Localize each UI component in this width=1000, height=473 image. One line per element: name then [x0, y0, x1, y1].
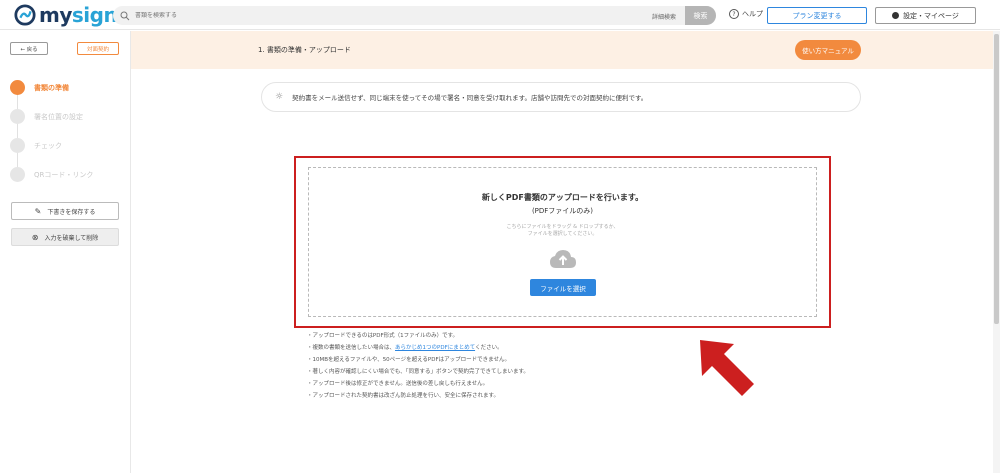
step-label: 書類の準備 [34, 83, 69, 92]
save-draft-button[interactable]: ✎ 下書きを保存する [11, 202, 119, 220]
scrollbar-thumb[interactable] [994, 34, 999, 324]
tip-text: 契約書をメール送信せず、同じ端末を使ってその場で署名・同意を受け取れます。店舗や… [292, 94, 648, 102]
search-input[interactable] [135, 12, 555, 19]
upload-hint-line1: こちらにファイルをドラッグ & ドロップするか、 [506, 224, 619, 230]
page-title: 1. 書類の準備・アップロード [258, 46, 351, 54]
file-drop-zone[interactable]: 新しくPDF書類のアップロードを行います。 (PDFファイルのみ) こちらにファ… [308, 167, 817, 317]
back-button[interactable]: ← 戻る [10, 42, 48, 55]
step-label: チェック [34, 141, 62, 150]
note-line: ・アップロード後は修正ができません。送信後の差し戻しも行えません。 [307, 381, 489, 387]
upload-highlight-frame: 新しくPDF書類のアップロードを行います。 (PDFファイルのみ) こちらにファ… [294, 156, 831, 328]
upload-subtitle: (PDFファイルのみ) [531, 207, 594, 215]
sidebar: ← 戻る 対面契約 書類の準備 署名位置の設定 チェック QRコード・リンク ✎ [0, 31, 131, 473]
step-indicator-icon [10, 80, 25, 95]
mysign-logo[interactable]: mysign [14, 3, 118, 27]
settings-mypage-button[interactable]: 設定・マイページ [875, 7, 976, 24]
logo-text: mysign [39, 3, 118, 27]
step-item-signature-position: 署名位置の設定 [10, 102, 93, 131]
advanced-search-link[interactable]: 詳細検索 [652, 12, 676, 21]
help-label: ヘルプ [742, 10, 763, 18]
search-icon [120, 11, 130, 20]
step-list: 書類の準備 署名位置の設定 チェック QRコード・リンク [10, 73, 93, 189]
circle-x-icon: ⊗ [31, 232, 39, 242]
cloud-upload-icon [550, 250, 576, 268]
pencil-icon: ✎ [34, 206, 42, 216]
upload-title: 新しくPDF書類のアップロードを行います。 [481, 193, 644, 202]
step-label: 署名位置の設定 [34, 112, 83, 121]
logo-text-my: my [39, 3, 72, 27]
note-line: ・10MBを超えるファイルや、50ページを超えるPDFはアップロードできません。 [307, 357, 510, 363]
settings-mypage-label: 設定・マイページ [903, 11, 959, 20]
step-indicator-icon [10, 167, 25, 182]
step-label: QRコード・リンク [34, 170, 94, 179]
manual-button[interactable]: 使い方マニュアル [795, 40, 861, 60]
step-item-prepare: 書類の準備 [10, 73, 93, 102]
note-line: ・アップロードされた契約書は改ざん防止処理を行い、安全に保存されます。 [307, 393, 499, 399]
note-line: ・著しく内容が確認しにくい場合でも、「同意する」ボタンで契約完了できてしまいます… [307, 369, 529, 375]
help-icon: ? [729, 9, 739, 19]
tip-banner: ☼ 契約書をメール送信せず、同じ端末を使ってその場で署名・同意を受け取れます。店… [261, 82, 861, 112]
note-prefix: ・複数の書類を送信したい場合は、 [307, 345, 396, 351]
search-button[interactable]: 検索 [685, 6, 716, 25]
step-indicator-icon [10, 109, 25, 124]
lightbulb-icon: ☼ [275, 92, 284, 102]
mode-badge: 対面契約 [77, 42, 119, 55]
step-item-check: チェック [10, 131, 93, 160]
logo-text-sign: sign [71, 3, 118, 27]
merge-pdf-link[interactable]: あらかじめ1つのPDFにまとめて [395, 345, 475, 351]
top-header: mysign 詳細検索 検索 ? ヘルプ プラン変更する 設定・マイページ [0, 0, 1000, 30]
logo-mark-icon [14, 4, 36, 26]
help-link[interactable]: ? ヘルプ [729, 9, 763, 19]
save-draft-label: 下書きを保存する [47, 208, 96, 216]
note-line: ・アップロードできるのはPDF形式（1ファイルのみ）です。 [307, 333, 459, 339]
plan-change-button[interactable]: プラン変更する [767, 7, 867, 24]
discard-delete-button[interactable]: ⊗ 入力を破棄して削除 [11, 228, 119, 246]
select-file-button[interactable]: ファイルを選択 [530, 279, 596, 296]
upload-hint-line2: ファイルを選択してください。 [527, 231, 598, 237]
step-indicator-icon [10, 138, 25, 153]
note-line: ・複数の書類を送信したい場合は、あらかじめ1つのPDFにまとめてください。 [307, 342, 529, 354]
search-bar: 詳細検索 検索 [113, 6, 716, 25]
main-header: 1. 書類の準備・アップロード 使い方マニュアル [131, 31, 993, 69]
app-window: mysign 詳細検索 検索 ? ヘルプ プラン変更する 設定・マイページ ← … [0, 0, 1000, 473]
user-icon [892, 12, 900, 19]
arrow-annotation-icon [700, 340, 754, 396]
discard-delete-label: 入力を破棄して削除 [44, 234, 99, 242]
note-suffix: ください。 [475, 345, 503, 351]
upload-notes: ・アップロードできるのはPDF形式（1ファイルのみ）です。 ・複数の書類を送信し… [307, 330, 529, 402]
step-item-qr-link: QRコード・リンク [10, 160, 93, 189]
